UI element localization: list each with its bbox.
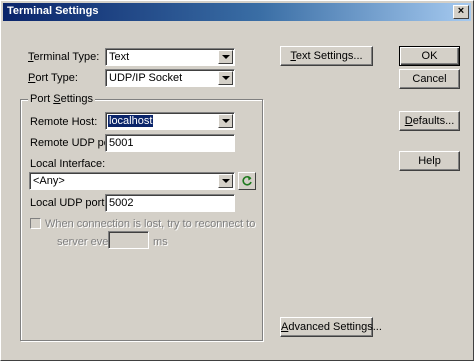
terminal-type-value: Text bbox=[109, 51, 130, 63]
port-type-dropdown[interactable]: UDP/IP Socket bbox=[105, 69, 235, 87]
chevron-down-icon[interactable] bbox=[218, 50, 233, 64]
help-button[interactable]: Help bbox=[399, 151, 460, 171]
local-udp-port-label: Local UDP port: bbox=[30, 197, 108, 209]
window-title: Terminal Settings bbox=[7, 5, 99, 17]
remote-udp-port-input[interactable]: 5001 bbox=[105, 134, 235, 152]
local-interface-value: <Any> bbox=[33, 175, 65, 187]
local-interface-label: Local Interface: bbox=[30, 158, 106, 170]
remote-host-dropdown[interactable]: localhost bbox=[105, 112, 235, 130]
ok-button[interactable]: OK bbox=[399, 46, 460, 66]
remote-host-value[interactable]: localhost bbox=[108, 115, 154, 127]
close-icon: × bbox=[457, 5, 465, 17]
defaults-button[interactable]: Defaults... bbox=[399, 111, 460, 131]
reconnect-checkbox[interactable] bbox=[30, 218, 41, 229]
title-bar[interactable]: Terminal Settings × bbox=[3, 3, 471, 21]
chevron-down-icon[interactable] bbox=[218, 71, 233, 85]
reconnect-unit-label: ms bbox=[153, 236, 168, 248]
local-udp-port-input[interactable]: 5002 bbox=[105, 194, 235, 212]
refresh-icon bbox=[242, 176, 252, 186]
close-button[interactable]: × bbox=[453, 5, 469, 19]
reconnect-label: When connection is lost, try to reconnec… bbox=[45, 218, 256, 230]
advanced-settings-button[interactable]: Advanced Settings... bbox=[280, 317, 382, 337]
terminal-type-dropdown[interactable]: Text bbox=[105, 48, 235, 66]
port-settings-legend: Port Settings bbox=[28, 93, 95, 105]
remote-host-label: Remote Host: bbox=[30, 116, 98, 128]
port-type-value: UDP/IP Socket bbox=[109, 72, 183, 84]
refresh-interfaces-button[interactable] bbox=[238, 172, 256, 190]
text-settings-button[interactable]: Text Settings... bbox=[280, 46, 373, 66]
chevron-down-icon[interactable] bbox=[218, 114, 233, 128]
terminal-type-label: Terminal Type: bbox=[28, 51, 100, 63]
port-type-label: Port Type: bbox=[28, 72, 78, 84]
reconnect-interval-input[interactable] bbox=[108, 231, 149, 249]
local-interface-dropdown[interactable]: <Any> bbox=[29, 172, 235, 190]
cancel-button[interactable]: Cancel bbox=[399, 69, 460, 89]
chevron-down-icon[interactable] bbox=[218, 174, 233, 188]
